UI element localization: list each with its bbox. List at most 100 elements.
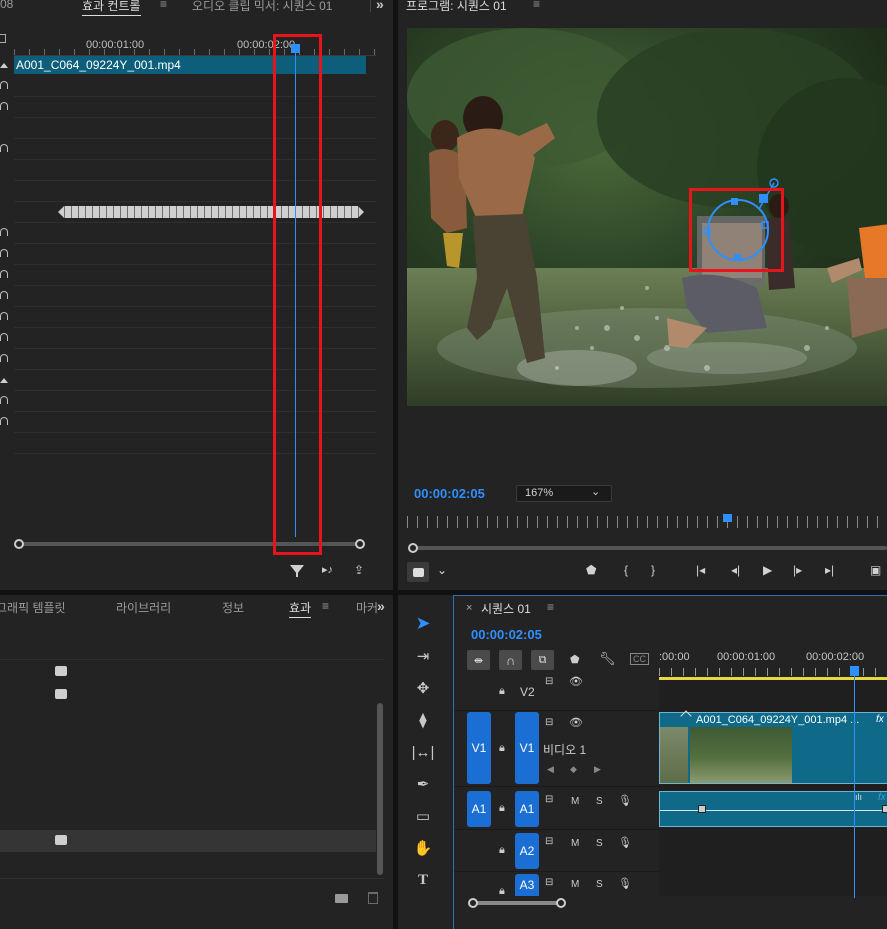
sequence-menu-icon[interactable]: ≡	[547, 600, 554, 614]
mute-button[interactable]: M	[571, 879, 579, 890]
stopwatch-icon[interactable]	[0, 102, 8, 110]
sync-lock-icon[interactable]: ⊟	[545, 836, 553, 847]
tab-effect-controls[interactable]: 효과 컨트롤	[82, 0, 141, 16]
ripple-edit-tool-icon[interactable]: ✥	[408, 675, 438, 701]
ec-zoom-right-handle[interactable]	[355, 539, 365, 549]
settings-chevron-icon[interactable]: ⌄	[437, 563, 447, 577]
mark-in-icon[interactable]: {	[624, 563, 628, 577]
audio-clip[interactable]: ılı fx	[659, 791, 887, 827]
fx-badge[interactable]: fx	[876, 714, 884, 725]
lift-icon[interactable]: ▣	[870, 563, 881, 577]
expand-triangle-icon[interactable]	[0, 378, 8, 383]
source-patch-v1[interactable]: V1	[467, 712, 491, 784]
slip-tool-icon[interactable]: |↔|	[408, 739, 438, 765]
effects-menu-icon[interactable]: ≡	[322, 599, 329, 613]
stopwatch-icon[interactable]	[0, 270, 8, 278]
lock-icon[interactable]: 🔒︎	[499, 844, 505, 857]
stopwatch-icon[interactable]	[0, 81, 8, 89]
type-tool-icon[interactable]: T	[408, 867, 438, 893]
pen-tool-icon[interactable]: ✒	[408, 771, 438, 797]
microphone-icon[interactable]: 🎙︎	[618, 836, 632, 849]
next-keyframe-icon[interactable]: ▶	[594, 764, 601, 775]
tab-audio-clip-mixer[interactable]: 오디오 클립 믹서: 시퀀스 01	[192, 0, 332, 14]
lock-icon[interactable]: 🔒︎	[499, 742, 505, 755]
close-icon[interactable]: ×	[466, 602, 472, 614]
timeline-timecode[interactable]: 00:00:02:05	[471, 627, 542, 642]
audio-fx-badge[interactable]: fx	[878, 792, 886, 803]
program-zoom-left-handle[interactable]	[408, 543, 418, 553]
timeline-zoom-right-handle[interactable]	[556, 898, 566, 908]
stopwatch-icon[interactable]	[0, 144, 8, 152]
effects-scrollbar[interactable]	[377, 703, 383, 875]
track-select-tool-icon[interactable]: ⇥	[408, 643, 438, 669]
program-zoom-scrollbar[interactable]	[408, 543, 887, 553]
eye-icon[interactable]: 👁︎	[569, 716, 583, 729]
snap-button[interactable]: ∩	[499, 650, 522, 670]
export-icon[interactable]: ⇪	[354, 563, 364, 577]
rectangle-tool-icon[interactable]: ▭	[408, 803, 438, 829]
stopwatch-icon[interactable]	[0, 312, 8, 320]
overflow-tabs-icon[interactable]: »	[376, 0, 384, 12]
prev-keyframe-icon[interactable]: ◀	[547, 764, 554, 775]
new-bin-icon[interactable]	[335, 894, 348, 903]
timeline-playhead-handle[interactable]	[850, 666, 859, 676]
track-target-a1[interactable]: A1	[515, 791, 539, 827]
add-marker-icon[interactable]: ⬟	[586, 563, 596, 577]
overflow-tabs-icon[interactable]: »	[377, 598, 385, 614]
solo-button[interactable]: S	[596, 879, 603, 890]
tab-graphics-templates[interactable]: 그래픽 템플릿	[0, 599, 66, 616]
track-target-a2[interactable]: A2	[515, 833, 539, 869]
stopwatch-icon[interactable]	[0, 291, 8, 299]
toggle-icon[interactable]	[0, 34, 6, 43]
tab-info[interactable]: 정보	[222, 599, 244, 616]
source-patch-a1[interactable]: A1	[467, 791, 491, 827]
play-audio-icon[interactable]: ▸♪	[322, 563, 333, 576]
tab-markers[interactable]: 마커	[356, 599, 378, 616]
program-timecode[interactable]: 00:00:02:05	[414, 486, 485, 501]
zoom-level-select[interactable]: 167% ⌄	[516, 485, 612, 502]
sync-lock-icon[interactable]: ⊟	[545, 676, 553, 687]
settings-button[interactable]	[407, 562, 429, 582]
eye-icon[interactable]: 👁︎	[569, 675, 583, 688]
stopwatch-icon[interactable]	[0, 333, 8, 341]
stopwatch-icon[interactable]	[0, 228, 8, 236]
audio-volume-line[interactable]	[660, 810, 887, 811]
ec-zoom-left-handle[interactable]	[14, 539, 24, 549]
program-mini-ruler[interactable]	[407, 516, 887, 528]
stopwatch-icon[interactable]	[0, 354, 8, 362]
add-keyframe-icon[interactable]: ◆	[570, 764, 577, 775]
captions-icon[interactable]: CC	[630, 653, 649, 665]
sync-lock-icon[interactable]: ⊟	[545, 717, 553, 728]
tab-libraries[interactable]: 라이브러리	[116, 599, 171, 616]
stopwatch-icon[interactable]	[0, 249, 8, 257]
audio-keyframe[interactable]	[698, 805, 706, 813]
go-to-out-icon[interactable]: ▸|	[825, 563, 834, 577]
play-icon[interactable]: ▶	[763, 563, 772, 577]
lock-icon[interactable]: 🔒︎	[499, 802, 505, 815]
video-clip[interactable]: A001_C064_09224Y_001.mp4 ... fx	[659, 712, 887, 784]
step-forward-icon[interactable]: |▸	[793, 563, 802, 577]
timeline-playhead-line[interactable]	[854, 676, 855, 898]
sync-lock-icon[interactable]: ⊟	[545, 794, 553, 805]
tab-effects[interactable]: 효과	[289, 599, 312, 618]
microphone-icon[interactable]: 🎙︎	[618, 794, 632, 807]
program-monitor-menu-icon[interactable]: ≡	[533, 0, 540, 11]
solo-button[interactable]: S	[596, 796, 603, 807]
trash-icon[interactable]	[368, 892, 378, 904]
stopwatch-icon[interactable]	[0, 396, 8, 404]
mark-out-icon[interactable]: }	[651, 563, 655, 577]
mute-button[interactable]: M	[571, 796, 579, 807]
hand-tool-icon[interactable]: ✋	[408, 835, 438, 861]
add-marker-icon[interactable]: ⬟	[570, 653, 580, 666]
collapse-triangle-icon[interactable]	[0, 63, 8, 68]
track-target-v1[interactable]: V1	[515, 712, 539, 784]
lock-icon[interactable]: 🔒︎	[499, 685, 505, 698]
sync-lock-icon[interactable]: ⊟	[545, 877, 553, 888]
linked-selection-button[interactable]: ⧉	[531, 650, 554, 670]
program-playhead-handle[interactable]	[723, 514, 732, 522]
timeline-zoom-left-handle[interactable]	[468, 898, 478, 908]
timeline-zoom-scrollbar[interactable]	[468, 898, 887, 908]
microphone-icon[interactable]: 🎙︎	[618, 877, 632, 890]
tab-menu-icon[interactable]: ≡	[160, 0, 167, 11]
nest-toggle-button[interactable]: ⇼	[467, 650, 490, 670]
